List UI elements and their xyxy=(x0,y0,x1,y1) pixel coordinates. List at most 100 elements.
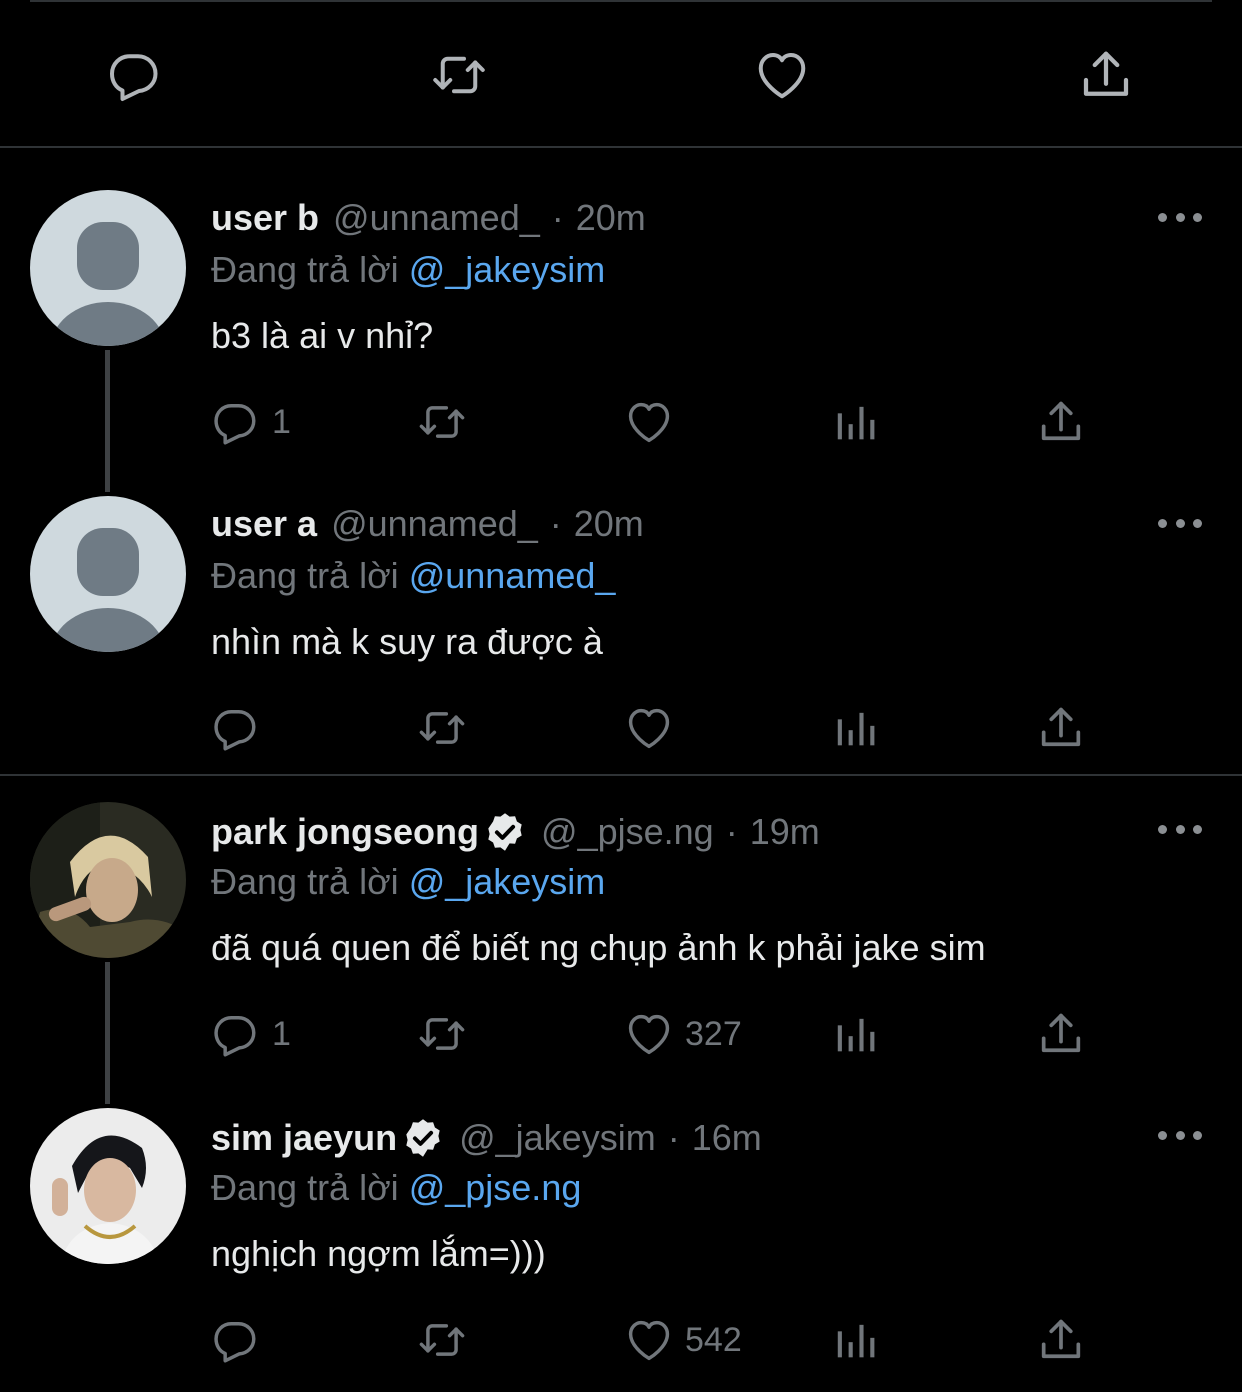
views-button[interactable] xyxy=(829,394,881,450)
share-button[interactable] xyxy=(1035,700,1087,756)
reply-count: 1 xyxy=(272,403,291,442)
retweet-icon xyxy=(416,702,468,754)
share-icon xyxy=(1035,1314,1087,1366)
timestamp[interactable]: 16m xyxy=(692,1116,762,1160)
display-name[interactable]: sim jaeyun xyxy=(211,1116,397,1160)
user-handle[interactable]: @unnamed_ xyxy=(333,196,540,240)
share-icon xyxy=(1035,702,1087,754)
share-button[interactable] xyxy=(1035,1312,1087,1368)
user-handle[interactable]: @unnamed_ xyxy=(331,502,538,546)
profile-photo-icon xyxy=(30,1108,186,1264)
reply-button[interactable] xyxy=(210,1312,272,1368)
avatar[interactable] xyxy=(30,802,186,958)
replying-to: Đang trả lời @_pjse.ng xyxy=(211,1166,581,1210)
display-name[interactable]: user a xyxy=(211,502,317,546)
like-button[interactable] xyxy=(623,394,685,450)
reply-icon xyxy=(210,1008,262,1060)
reply-icon xyxy=(105,45,165,105)
share-icon xyxy=(1035,1008,1087,1060)
retweet-icon xyxy=(416,1008,468,1060)
timestamp[interactable]: 20m xyxy=(574,502,644,546)
retweet-icon xyxy=(416,396,468,448)
like-icon xyxy=(623,1008,675,1060)
timestamp[interactable]: 19m xyxy=(750,810,820,854)
mention-link[interactable]: @_pjse.ng xyxy=(409,1167,582,1208)
more-options-icon[interactable] xyxy=(1158,1125,1202,1145)
tweet-header: user b @unnamed_ · 20m xyxy=(211,196,646,240)
like-button[interactable] xyxy=(623,700,685,756)
share-button[interactable] xyxy=(1035,1006,1087,1062)
tweet-actions: 542 xyxy=(0,1312,1242,1368)
timestamp[interactable]: 20m xyxy=(576,196,646,240)
tweet-actions xyxy=(0,700,1242,756)
replying-to: Đang trả lời @_jakeysim xyxy=(211,248,605,292)
display-name[interactable]: user b xyxy=(211,196,319,240)
views-icon xyxy=(829,702,881,754)
top-divider xyxy=(30,0,1212,2)
more-options-icon[interactable] xyxy=(1158,513,1202,533)
like-count: 327 xyxy=(685,1015,742,1054)
section-divider xyxy=(0,146,1242,148)
more-options-icon[interactable] xyxy=(1158,207,1202,227)
separator-dot: · xyxy=(668,1116,680,1160)
reply-icon xyxy=(210,1314,262,1366)
profile-photo-icon xyxy=(30,802,186,958)
verified-badge-icon xyxy=(401,1116,445,1160)
avatar[interactable] xyxy=(30,190,186,346)
avatar[interactable] xyxy=(30,496,186,652)
reply-button[interactable]: 1 xyxy=(210,394,291,450)
reply-button[interactable] xyxy=(210,700,272,756)
tweet-text: b3 là ai v nhỉ? xyxy=(211,314,433,358)
replying-to-label: Đang trả lời xyxy=(211,1167,399,1208)
tweet-header: user a @unnamed_ · 20m xyxy=(211,502,644,546)
views-button[interactable] xyxy=(829,1006,881,1062)
default-avatar-icon xyxy=(30,190,186,346)
tweet-text: nhìn mà k suy ra được à xyxy=(211,620,603,664)
retweet-button[interactable] xyxy=(416,1006,468,1062)
retweet-button[interactable] xyxy=(416,700,468,756)
views-icon xyxy=(829,396,881,448)
views-button[interactable] xyxy=(829,1312,881,1368)
user-handle[interactable]: @_pjse.ng xyxy=(541,810,714,854)
like-icon xyxy=(623,1314,675,1366)
views-button[interactable] xyxy=(829,700,881,756)
mention-link[interactable]: @_jakeysim xyxy=(409,249,606,290)
reply-icon xyxy=(210,396,262,448)
display-name[interactable]: park jongseong xyxy=(211,810,479,854)
tweet-actions: 1 xyxy=(0,394,1242,450)
retweet-button[interactable] xyxy=(416,1312,468,1368)
verified-badge-icon xyxy=(483,810,527,854)
like-icon xyxy=(623,396,675,448)
default-avatar-icon xyxy=(30,496,186,652)
mention-link[interactable]: @_jakeysim xyxy=(409,861,606,902)
avatar[interactable] xyxy=(30,1108,186,1264)
retweet-icon xyxy=(429,45,489,105)
like-button[interactable] xyxy=(747,40,817,110)
user-handle[interactable]: @_jakeysim xyxy=(459,1116,656,1160)
retweet-button[interactable] xyxy=(416,394,468,450)
reply-count: 1 xyxy=(272,1015,291,1054)
replying-to-label: Đang trả lời xyxy=(211,249,399,290)
separator-dot: · xyxy=(552,196,564,240)
share-button[interactable] xyxy=(1071,40,1141,110)
retweet-button[interactable] xyxy=(424,40,494,110)
like-button[interactable]: 542 xyxy=(623,1312,742,1368)
reply-button[interactable]: 1 xyxy=(210,1006,291,1062)
like-icon xyxy=(623,702,675,754)
share-icon xyxy=(1076,45,1136,105)
share-button[interactable] xyxy=(1035,394,1087,450)
reply-icon xyxy=(210,702,262,754)
main-tweet-actions xyxy=(0,40,1242,110)
more-options-icon[interactable] xyxy=(1158,819,1202,839)
replying-to: Đang trả lời @unnamed_ xyxy=(211,554,615,598)
views-icon xyxy=(829,1314,881,1366)
tweet-text: đã quá quen để biết ng chụp ảnh k phải j… xyxy=(211,926,986,970)
mention-link[interactable]: @unnamed_ xyxy=(409,555,616,596)
like-button[interactable]: 327 xyxy=(623,1006,742,1062)
separator-dot: · xyxy=(726,810,738,854)
reply-button[interactable] xyxy=(100,40,170,110)
replying-to-label: Đang trả lời xyxy=(211,555,399,596)
section-divider xyxy=(0,774,1242,776)
separator-dot: · xyxy=(550,502,562,546)
replying-to: Đang trả lời @_jakeysim xyxy=(211,860,605,904)
